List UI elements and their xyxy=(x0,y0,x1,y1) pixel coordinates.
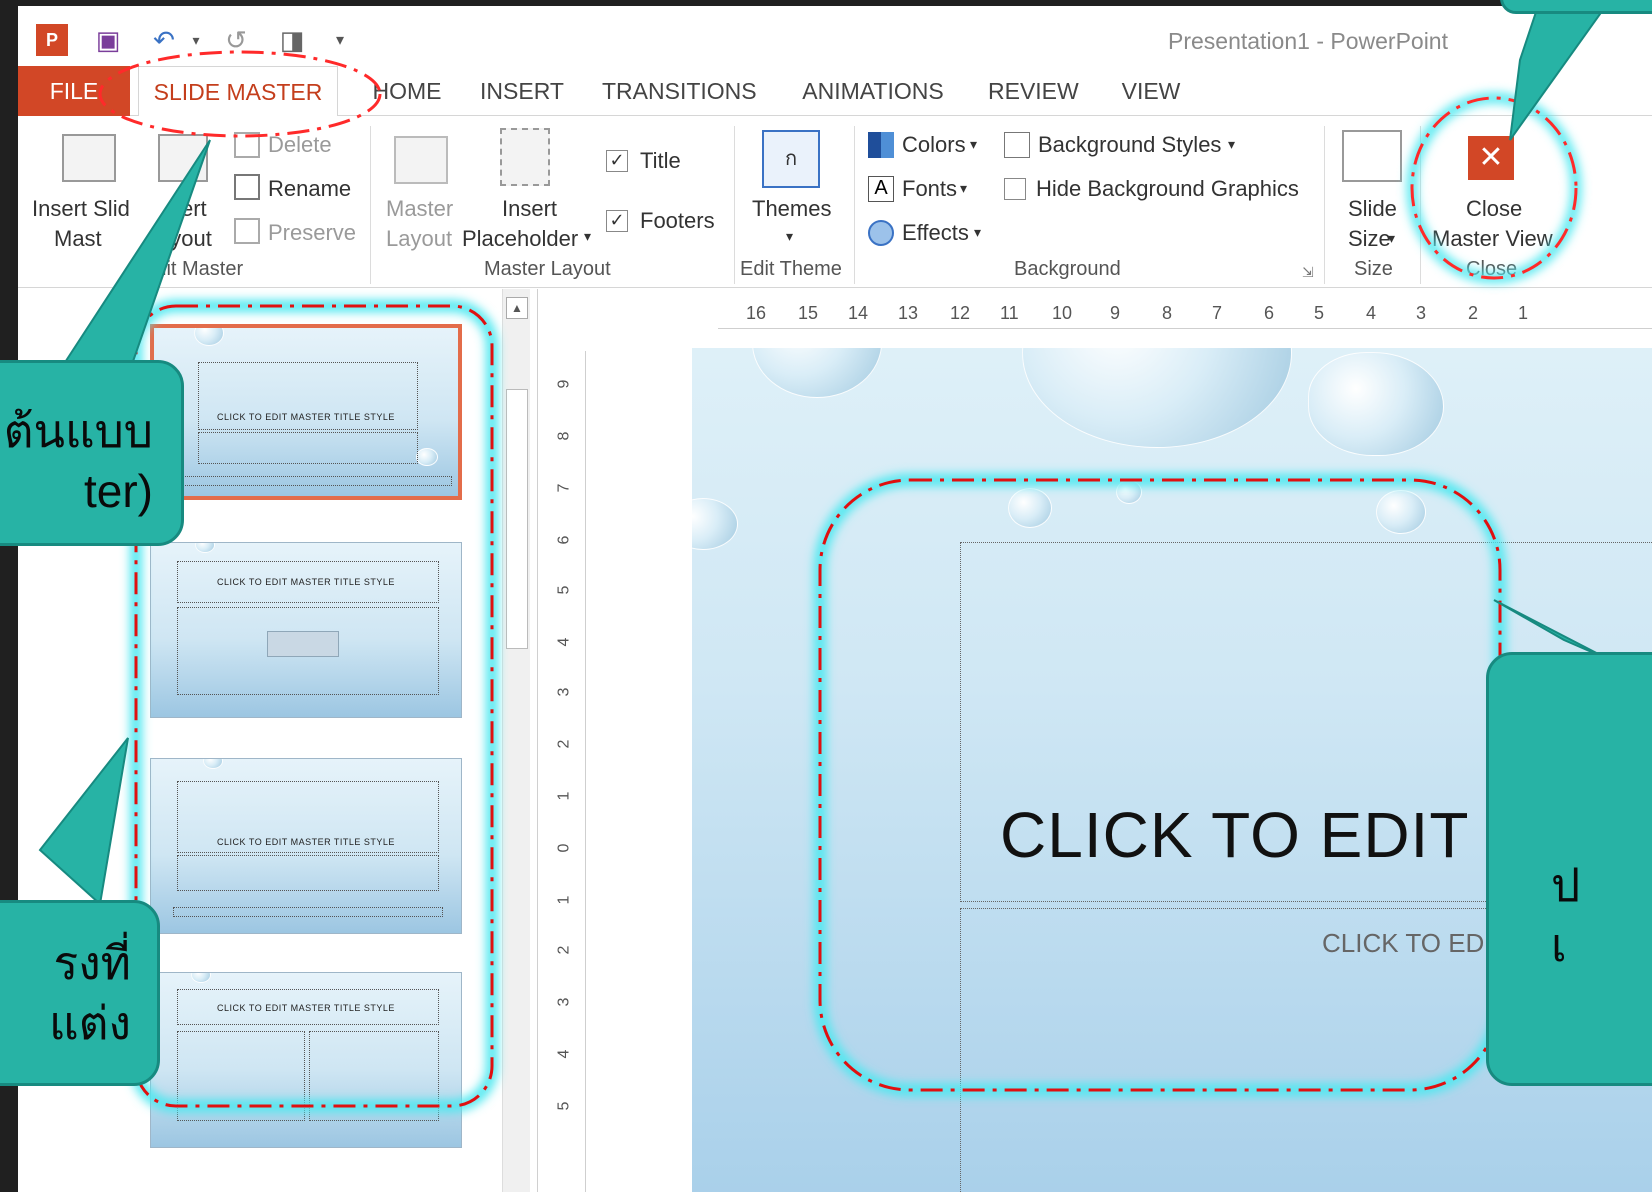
callout-close xyxy=(1500,0,1652,14)
annotation-overlay xyxy=(38,0,1612,1112)
callout-text: แต่ง xyxy=(49,997,131,1049)
highlight-slide-area xyxy=(818,478,1502,1092)
callout-text: ป xyxy=(1551,859,1581,911)
callout-text: ter) xyxy=(84,465,153,517)
callout-pointer xyxy=(1509,0,1612,141)
callout-slide-area: ป เ xyxy=(1486,652,1652,1086)
glow-thumbnails xyxy=(130,300,498,1112)
screenshot-stage: P ▣ ↶ ▾ ↺ ◨ ▾ Presentation1 - PowerPoint… xyxy=(0,0,1652,1192)
callout-text: ต้นแบบ xyxy=(3,405,153,457)
callout-layouts: รงที่ แต่ง xyxy=(0,900,160,1086)
highlight-slide-master-tab xyxy=(98,50,382,138)
highlight-thumbnails xyxy=(134,304,494,1108)
callout-slide-master: ต้นแบบ ter) xyxy=(0,360,184,546)
callout-pointer xyxy=(38,737,129,906)
callout-pointer xyxy=(1493,599,1611,661)
callout-pointer xyxy=(58,139,211,371)
callout-text: รงที่ xyxy=(53,937,132,989)
glow-slide-area xyxy=(814,474,1506,1096)
callout-text: เ xyxy=(1551,919,1567,971)
